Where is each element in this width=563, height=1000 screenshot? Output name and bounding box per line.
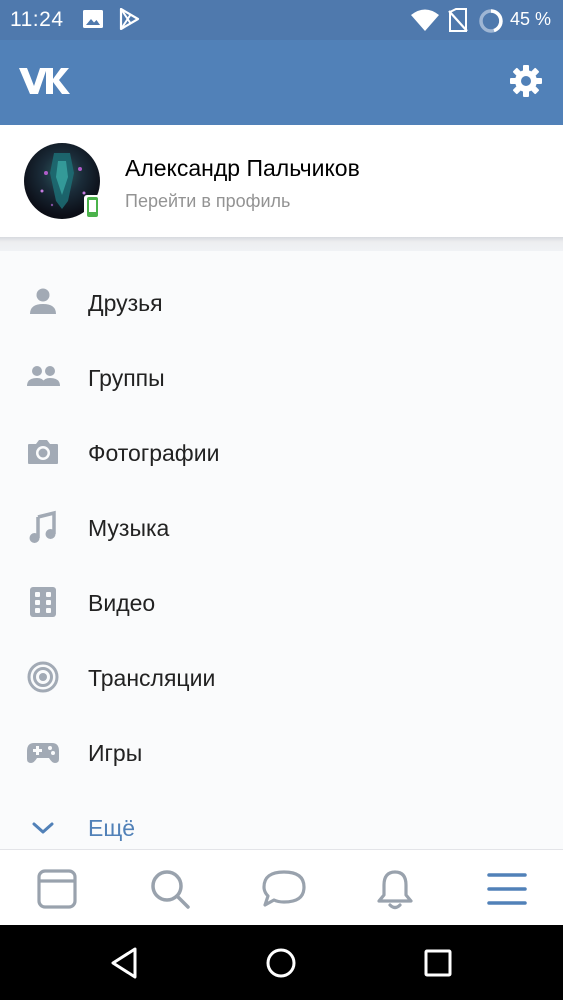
menu-item-music[interactable]: Музыка	[0, 489, 563, 564]
wifi-icon	[411, 9, 439, 31]
broadcast-icon	[27, 661, 59, 693]
home-icon[interactable]	[263, 945, 299, 981]
menu-item-label: Трансляции	[88, 665, 216, 691]
tab-menu[interactable]	[450, 850, 562, 926]
side-menu: Друзья Группы Фотографии Музыка Видео Тр…	[0, 251, 563, 849]
menu-item-friends[interactable]: Друзья	[0, 264, 563, 339]
search-icon	[151, 870, 190, 909]
menu-item-label: Группы	[88, 365, 165, 391]
camera-icon	[28, 440, 58, 464]
profile-name: Александр Пальчиков	[125, 155, 360, 181]
music-note-icon	[29, 510, 56, 543]
tab-news[interactable]	[0, 850, 112, 926]
person-icon	[30, 288, 56, 314]
profile-link-text[interactable]: Перейти в профиль	[125, 191, 290, 212]
menu-item-groups[interactable]: Группы	[0, 339, 563, 414]
menu-item-games[interactable]: Игры	[0, 714, 563, 789]
gear-icon[interactable]	[509, 64, 543, 98]
menu-icon	[487, 873, 527, 905]
gamepad-icon	[27, 743, 59, 763]
tab-messages[interactable]	[225, 850, 337, 926]
bell-icon	[377, 870, 413, 910]
video-icon	[30, 587, 56, 617]
bottom-tab-bar	[0, 849, 563, 926]
system-nav-bar	[0, 925, 563, 1000]
newsfeed-icon	[37, 869, 77, 909]
image-icon	[83, 10, 103, 28]
menu-item-label: Друзья	[88, 290, 163, 316]
battery-ring-icon	[479, 9, 503, 33]
menu-item-label: Видео	[88, 590, 156, 616]
no-sim-icon	[448, 8, 468, 32]
app-bar	[0, 40, 563, 125]
message-icon	[262, 870, 306, 907]
battery-percentage: 45 %	[509, 9, 551, 29]
section-divider	[0, 237, 563, 251]
tab-notifications[interactable]	[338, 850, 450, 926]
menu-item-broadcasts[interactable]: Трансляции	[0, 639, 563, 714]
menu-item-label: Игры	[88, 740, 143, 766]
people-icon	[27, 366, 60, 386]
status-bar: 11:24 45 %	[0, 0, 563, 40]
tab-search[interactable]	[113, 850, 225, 926]
menu-item-label: Ещё	[88, 815, 136, 841]
status-time: 11:24	[10, 8, 64, 31]
menu-item-photos[interactable]: Фотографии	[0, 414, 563, 489]
chevron-down-icon	[32, 822, 54, 834]
menu-item-label: Фотографии	[88, 440, 220, 466]
mobile-online-badge	[84, 195, 101, 219]
profile-card[interactable]: Александр Пальчиков Перейти в профиль	[0, 125, 563, 237]
mobile-phone-icon	[87, 197, 98, 217]
recents-icon[interactable]	[420, 945, 456, 981]
play-store-icon	[119, 8, 140, 30]
back-icon[interactable]	[107, 945, 143, 981]
menu-item-video[interactable]: Видео	[0, 564, 563, 639]
menu-item-label: Музыка	[88, 515, 170, 541]
vk-logo-icon	[19, 68, 70, 94]
